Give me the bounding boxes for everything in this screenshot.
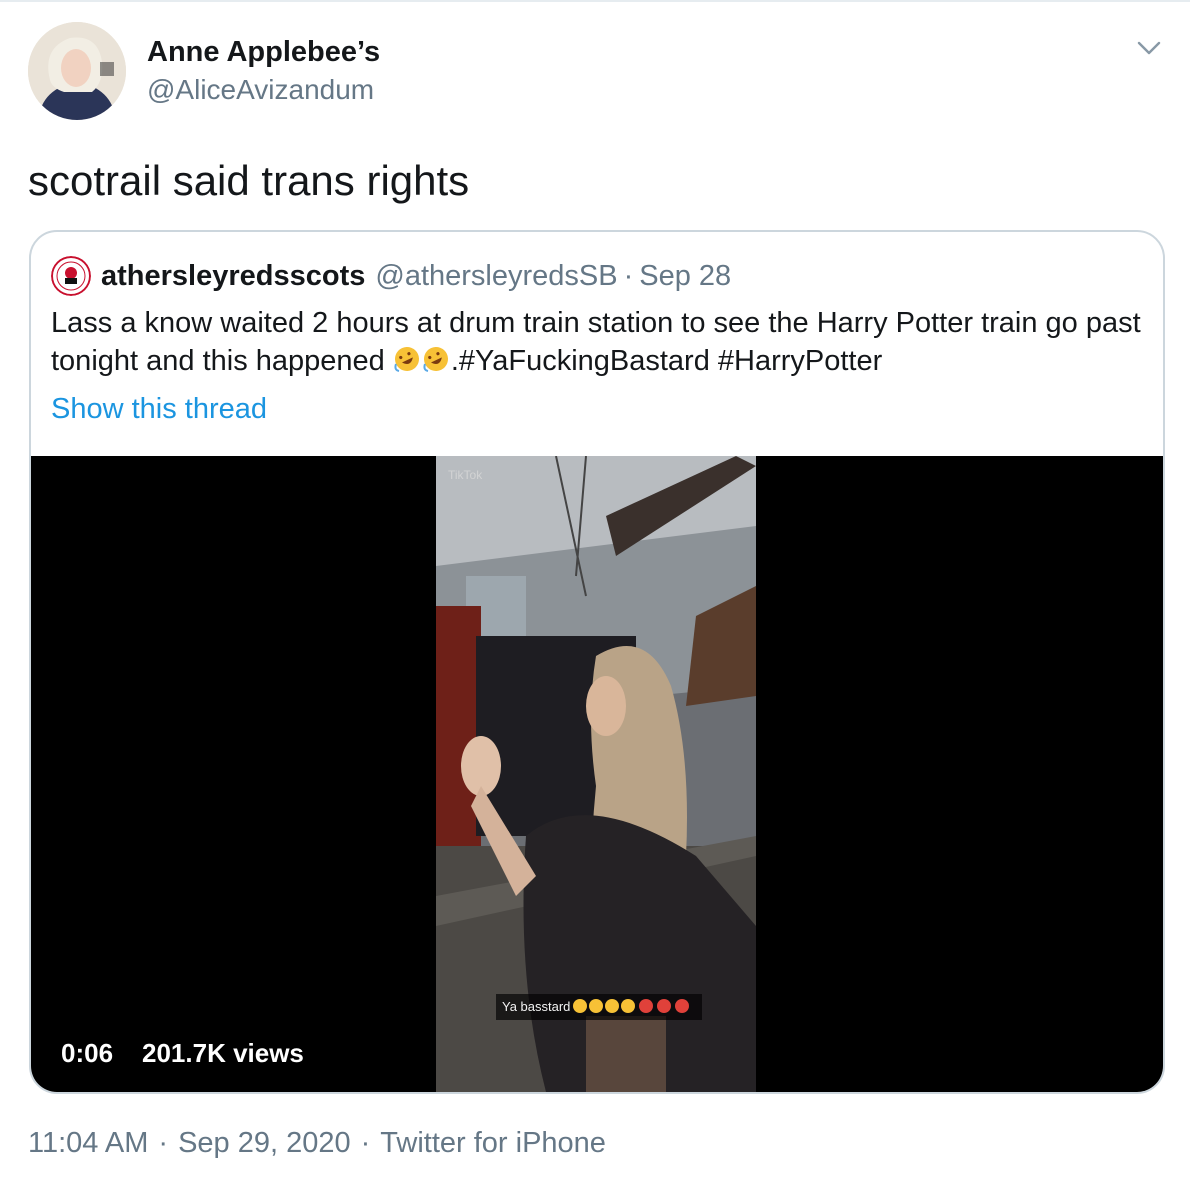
quoted-author-handle[interactable]: @athersleyredsSB <box>375 260 617 293</box>
tweet-text: scotrail said trans rights <box>28 157 470 204</box>
quoted-tweet-date[interactable]: Sep 28 <box>639 260 731 293</box>
quoted-tweet-card[interactable]: athersleyredsscots @athersleyredsSB · Se… <box>29 230 1165 1094</box>
tiktok-watermark: TikTok <box>448 468 483 482</box>
quoted-author-display-name[interactable]: athersleyredsscots <box>101 260 365 293</box>
tweet-time[interactable]: 11:04 AM <box>28 1127 148 1159</box>
author-display-name[interactable]: Anne Applebee’s <box>147 34 380 70</box>
author-avatar[interactable] <box>28 22 126 120</box>
tweet-meta: 11:04 AM · Sep 29, 2020 · Twitter for iPhone <box>28 1124 606 1162</box>
quoted-tweet-hashtags[interactable]: .#YaFuckingBastard #HarryPotter <box>451 345 882 377</box>
video-duration: 0:06 <box>61 1038 114 1068</box>
author-handle[interactable]: @AliceAvizandum <box>147 72 374 108</box>
chevron-down-icon[interactable] <box>1133 33 1165 65</box>
quoted-tweet-header: athersleyredsscots @athersleyredsSB · Se… <box>51 256 731 296</box>
meta-separator: · <box>158 1127 169 1159</box>
quoted-author-avatar[interactable] <box>51 256 91 296</box>
header-separator: · <box>623 259 634 292</box>
quoted-tweet-text: Lass a know waited 2 hours at drum train… <box>51 304 1141 380</box>
top-divider <box>0 0 1190 2</box>
video-view-count: 201.7K views <box>142 1038 304 1068</box>
video-caption: Ya basstard <box>496 994 703 1020</box>
show-thread-link[interactable]: Show this thread <box>51 390 267 428</box>
caption-emoji-row <box>573 999 690 1013</box>
meta-separator: · <box>360 1127 371 1159</box>
rolling-on-floor-laughing-emoji <box>394 347 448 372</box>
video-frame: TikTok Ya basstard <box>436 456 756 1092</box>
video-player[interactable]: TikTok Ya basstard 0:06 201.7K views <box>31 456 1163 1092</box>
tweet-source[interactable]: Twitter for iPhone <box>380 1127 606 1159</box>
video-caption-text: Ya basstard <box>502 999 571 1014</box>
tweet-date[interactable]: Sep 29, 2020 <box>178 1127 351 1159</box>
